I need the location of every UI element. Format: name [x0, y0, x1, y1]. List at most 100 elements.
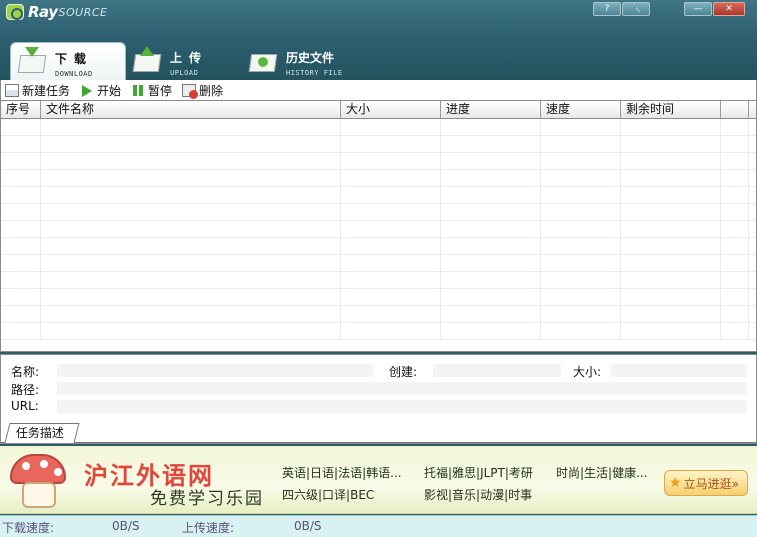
table-row — [1, 187, 756, 204]
tab-download[interactable]: 下载 DOWNLOAD — [10, 42, 126, 80]
start-label: 开始 — [97, 83, 122, 98]
table-cell — [721, 289, 749, 306]
banner-link-languages[interactable]: 英语|日语|法语|韩语... — [282, 464, 402, 481]
banner-link-media[interactable]: 影视|音乐|动漫|时事 — [424, 486, 532, 503]
table-cell — [621, 306, 721, 323]
tab-download-sublabel: DOWNLOAD — [55, 70, 93, 78]
app-logo: Ray SOURCE — [6, 3, 107, 21]
column-header-filename[interactable]: 文件名称 — [41, 101, 341, 118]
table-cell — [441, 204, 541, 221]
minimize-button[interactable]: — — [684, 2, 712, 16]
table-cell — [41, 119, 341, 136]
help-button[interactable]: ? — [593, 2, 621, 16]
table-cell — [621, 238, 721, 255]
pause-label: 暂停 — [148, 83, 173, 98]
new-task-icon — [5, 83, 19, 97]
tab-history-label: 历史文件 — [286, 51, 335, 65]
delete-label: 删除 — [199, 83, 224, 98]
table-cell — [721, 119, 749, 136]
status-bar: 下载速度: 0B/S 上传速度: 0B/S — [0, 515, 757, 537]
table-cell — [541, 221, 621, 238]
delete-icon — [182, 83, 199, 99]
new-task-button[interactable]: 新建任务 — [5, 81, 70, 99]
mushroom-icon — [8, 452, 72, 512]
upload-speed-value: 0B/S — [294, 519, 322, 533]
column-header-index[interactable]: 序号 — [1, 101, 41, 118]
column-header-speed[interactable]: 速度 — [541, 101, 621, 118]
pause-button[interactable]: 暂停 — [131, 81, 172, 99]
table-cell — [441, 136, 541, 153]
table-cell — [541, 153, 621, 170]
table-cell — [441, 238, 541, 255]
table-cell — [341, 289, 441, 306]
table-cell — [341, 238, 441, 255]
path-value — [57, 382, 747, 395]
table-cell — [621, 187, 721, 204]
column-header-progress[interactable]: 进度 — [441, 101, 541, 118]
banner-link-exams[interactable]: 托福|雅思|JLPT|考研 — [424, 464, 533, 481]
banner-slogan: 免费学习乐园 — [150, 489, 264, 509]
upload-tray-icon — [132, 46, 162, 72]
table-cell — [341, 136, 441, 153]
table-row — [1, 119, 756, 136]
column-header-size[interactable]: 大小 — [341, 101, 441, 118]
table-cell — [1, 306, 41, 323]
table-cell — [1, 170, 41, 187]
table-cell — [441, 272, 541, 289]
table-row — [1, 221, 756, 238]
table-body — [1, 119, 756, 351]
column-header-remaining[interactable]: 剩余时间 — [621, 101, 721, 118]
table-cell — [1, 136, 41, 153]
table-cell — [541, 136, 621, 153]
tab-task-description[interactable]: 任务描述 — [4, 423, 80, 443]
wrench-icon: 🔧 — [630, 4, 642, 14]
table-cell — [41, 170, 341, 187]
pause-icon — [131, 84, 145, 97]
tab-upload[interactable]: 上传 UPLOAD — [132, 42, 242, 80]
tab-history[interactable]: 历史文件 HISTORY FILE — [248, 42, 388, 80]
size-label: 大小: — [573, 365, 602, 379]
table-cell — [721, 187, 749, 204]
table-cell — [1, 289, 41, 306]
enter-now-label: 立马进逛» — [683, 476, 739, 491]
table-cell — [621, 153, 721, 170]
table-cell — [341, 119, 441, 136]
table-cell — [341, 170, 441, 187]
start-button[interactable]: 开始 — [80, 81, 121, 99]
table-cell — [41, 204, 341, 221]
table-row — [1, 272, 756, 289]
table-cell — [541, 306, 621, 323]
banner-link-lifestyle[interactable]: 时尚|生活|健康... — [556, 464, 648, 481]
table-cell — [41, 272, 341, 289]
tab-history-sublabel: HISTORY FILE — [286, 69, 343, 77]
table-cell — [341, 204, 441, 221]
table-cell — [41, 238, 341, 255]
enter-now-button[interactable]: ★ 立马进逛» — [664, 470, 748, 496]
new-task-label: 新建任务 — [22, 83, 71, 98]
close-button[interactable]: ✕ — [713, 2, 745, 16]
url-value — [57, 400, 747, 413]
url-label: URL: — [11, 399, 39, 413]
table-cell — [441, 153, 541, 170]
table-cell — [721, 136, 749, 153]
table-cell — [541, 119, 621, 136]
table-cell — [621, 323, 721, 340]
table-cell — [621, 221, 721, 238]
table-cell — [1, 272, 41, 289]
tools-button[interactable]: 🔧 — [622, 2, 650, 16]
task-description-label: 任务描述 — [15, 426, 64, 440]
table-cell — [441, 221, 541, 238]
delete-button[interactable]: 删除 — [182, 81, 223, 99]
name-label: 名称: — [11, 365, 40, 379]
banner-link-cet[interactable]: 四六级|口译|BEC — [282, 486, 374, 503]
logo-sub-text: SOURCE — [58, 5, 108, 19]
created-value — [433, 364, 561, 377]
task-table[interactable]: 序号 文件名称 大小 进度 速度 剩余时间 — [0, 100, 757, 352]
table-row — [1, 289, 756, 306]
title-bar: Ray SOURCE ? 🔧 — ✕ 下载 DOWNLOAD 上传 UPLOAD… — [0, 0, 757, 80]
ad-banner[interactable]: 沪江外语网 免费学习乐园 英语|日语|法语|韩语... 托福|雅思|JLPT|考… — [0, 446, 757, 514]
history-tray-icon — [248, 46, 278, 72]
table-cell — [721, 221, 749, 238]
tab-upload-sublabel: UPLOAD — [170, 69, 199, 77]
upload-speed-label: 上传速度: — [182, 521, 235, 535]
